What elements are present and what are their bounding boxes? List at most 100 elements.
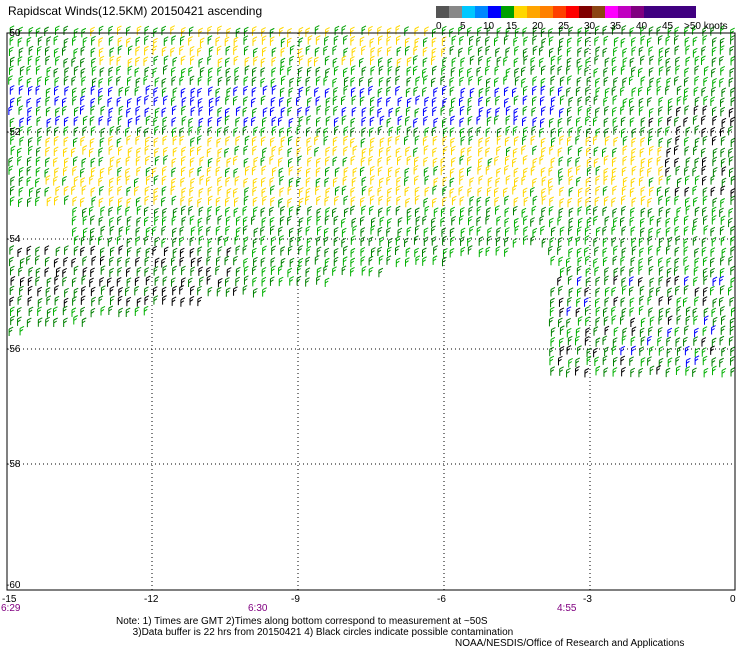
- wind-barb: [71, 147, 76, 157]
- wind-barb: [377, 26, 382, 36]
- wind-barb: [126, 296, 132, 307]
- wind-barb: [46, 66, 52, 77]
- wind-barb: [287, 106, 293, 117]
- wind-barb: [198, 235, 204, 245]
- wind-barb: [469, 177, 475, 187]
- wind-barb: [117, 185, 123, 196]
- wind-barb: [161, 216, 167, 226]
- wind-barb: [540, 137, 546, 148]
- wind-barb: [100, 225, 106, 236]
- wind-barb: [386, 27, 392, 37]
- wind-barb: [316, 215, 322, 226]
- wind-barb: [242, 216, 248, 226]
- wind-barb: [665, 307, 671, 318]
- wind-barb: [459, 76, 465, 87]
- wind-barb: [387, 187, 392, 198]
- wind-barb: [152, 226, 157, 236]
- wind-barb: [280, 37, 286, 48]
- wind-barb: [702, 187, 708, 197]
- wind-barb: [666, 336, 672, 347]
- wind-barb: [234, 175, 240, 186]
- wind-barb: [666, 277, 672, 287]
- wind-barb: [289, 45, 295, 55]
- scale-label: 30: [584, 21, 596, 32]
- wind-barb: [63, 116, 69, 127]
- wind-barb: [10, 185, 15, 196]
- wind-barb: [512, 157, 517, 168]
- wind-barb: [80, 136, 86, 146]
- wind-barb: [622, 285, 627, 295]
- wind-barb: [540, 118, 545, 128]
- wind-barb: [136, 217, 142, 227]
- wind-barb: [316, 236, 321, 246]
- wind-barb: [242, 125, 248, 136]
- wind-barb: [172, 146, 178, 157]
- wind-barb: [127, 147, 133, 157]
- wind-barb: [683, 237, 689, 248]
- wind-barb: [414, 135, 420, 145]
- wind-barb: [693, 276, 698, 286]
- wind-barb: [658, 276, 664, 286]
- wind-barb: [98, 115, 104, 126]
- wind-barb: [361, 66, 367, 76]
- wind-barb: [513, 57, 519, 67]
- wind-barb: [414, 175, 419, 185]
- wind-barb: [369, 116, 375, 127]
- wind-barb: [729, 325, 735, 336]
- wind-barb: [648, 326, 653, 336]
- wind-barb: [217, 235, 223, 246]
- wind-barb: [478, 137, 484, 147]
- wind-barb: [485, 215, 491, 225]
- wind-barb: [350, 26, 355, 37]
- wind-barb: [90, 307, 96, 318]
- wind-barb: [315, 35, 321, 45]
- wind-barb: [71, 215, 77, 226]
- wind-barb: [107, 277, 112, 287]
- wind-barb: [658, 96, 664, 107]
- wind-barb: [431, 47, 437, 58]
- wind-barb: [602, 225, 608, 236]
- wind-barb: [559, 107, 564, 118]
- lat-label: -60: [6, 580, 21, 591]
- wind-barb: [568, 96, 574, 107]
- wind-barb: [442, 85, 447, 96]
- wind-barb: [692, 185, 698, 196]
- wind-barb: [503, 56, 508, 66]
- wind-barb: [161, 225, 167, 236]
- wind-barb: [136, 166, 142, 176]
- wind-barb: [576, 116, 581, 127]
- wind-barb: [701, 127, 707, 138]
- wind-barb: [127, 45, 133, 55]
- wind-barb: [171, 76, 177, 86]
- wind-barb: [604, 57, 610, 67]
- wind-barb: [126, 197, 132, 208]
- wind-barb: [81, 285, 86, 296]
- wind-barb: [350, 117, 356, 128]
- wind-barb: [89, 137, 95, 148]
- wind-barb: [252, 288, 258, 298]
- wind-barb: [540, 85, 546, 95]
- wind-barb: [271, 56, 277, 67]
- wind-barb: [487, 176, 493, 187]
- wind-barb: [44, 26, 49, 36]
- wind-barb: [613, 296, 619, 306]
- wind-barb: [503, 35, 509, 45]
- wind-barb: [98, 235, 103, 245]
- wind-barb: [217, 107, 223, 117]
- wind-barb: [640, 35, 646, 45]
- wind-barb: [225, 277, 230, 287]
- wind-barb: [523, 226, 529, 236]
- wind-barb: [712, 166, 718, 177]
- wind-barb: [82, 126, 88, 136]
- wind-barb: [379, 137, 385, 147]
- wind-barb: [730, 265, 736, 276]
- wind-barb: [19, 276, 25, 287]
- wind-barb: [603, 155, 609, 165]
- wind-barb: [116, 175, 122, 186]
- wind-barb: [701, 115, 706, 125]
- wind-barb: [144, 235, 149, 246]
- wind-barb: [684, 76, 689, 87]
- wind-barb: [99, 55, 105, 66]
- wind-barb: [44, 75, 50, 86]
- wind-barb: [368, 155, 374, 166]
